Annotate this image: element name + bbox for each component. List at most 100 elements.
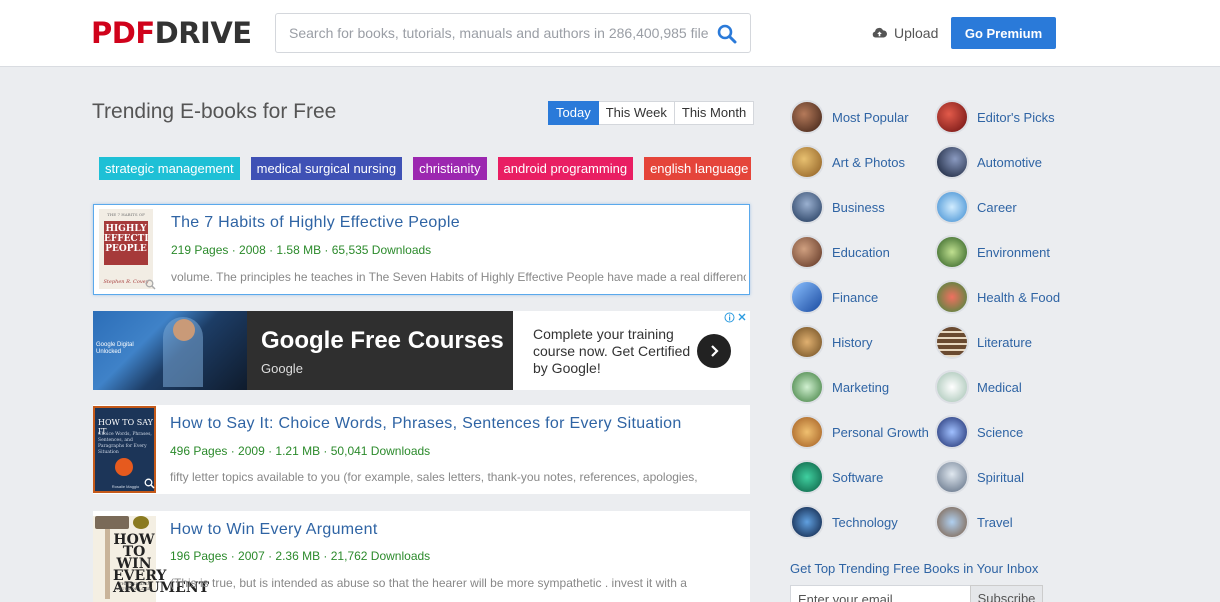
most-popular-icon: [790, 100, 824, 134]
category-label: Editor's Picks: [977, 109, 1055, 125]
category-label: Environment: [977, 244, 1050, 260]
category-label: Career: [977, 199, 1017, 215]
trending-title: Trending E-books for Free: [92, 100, 337, 123]
cover-egg: [133, 516, 149, 529]
category-label: Most Popular: [832, 109, 909, 125]
category-marketing[interactable]: Marketing: [790, 369, 889, 405]
logo-drive-text: DRIVE: [154, 16, 252, 50]
category-label: Spiritual: [977, 469, 1024, 485]
category-science[interactable]: Science: [935, 414, 1023, 450]
category-travel[interactable]: Travel: [935, 504, 1013, 540]
category-education[interactable]: Education: [790, 234, 890, 270]
book-card[interactable]: THE 7 HABITS OF HIGHLY EFFECTIVE PEOPLE …: [93, 204, 750, 295]
book-title[interactable]: How to Say It: Choice Words, Phrases, Se…: [170, 415, 682, 433]
category-finance[interactable]: Finance: [790, 279, 878, 315]
category-automotive[interactable]: Automotive: [935, 144, 1042, 180]
software-icon: [790, 460, 824, 494]
zoom-icon[interactable]: [145, 277, 156, 295]
ad-image: Google Digital Unlocked: [93, 311, 247, 390]
upload-button[interactable]: Upload: [872, 24, 938, 42]
category-medical[interactable]: Medical: [935, 369, 1022, 405]
search-input[interactable]: [289, 14, 709, 52]
ad-dark-panel: Google Free Courses Google: [247, 311, 513, 390]
editors-picks-icon: [935, 100, 969, 134]
tag-strategic-management[interactable]: strategic management: [99, 157, 240, 180]
science-icon: [935, 415, 969, 449]
category-label: Software: [832, 469, 884, 485]
ad-banner[interactable]: Google Digital Unlocked Google Free Cour…: [93, 311, 750, 390]
cover-handle: [105, 529, 110, 599]
business-icon: [790, 190, 824, 224]
book-card[interactable]: HOW TO WIN EVERY ARGUMENT THE USE AND AB…: [93, 511, 750, 602]
category-career[interactable]: Career: [935, 189, 1017, 225]
category-label: Education: [832, 244, 890, 260]
tag-android-programming[interactable]: android programming: [497, 157, 634, 180]
tag-english-language[interactable]: english language: [644, 157, 751, 180]
category-history[interactable]: History: [790, 324, 872, 360]
tab-today[interactable]: Today: [548, 101, 599, 125]
go-premium-button[interactable]: Go Premium: [951, 17, 1056, 49]
category-software[interactable]: Software: [790, 459, 883, 495]
tag-christianity[interactable]: christianity: [413, 157, 487, 180]
marketing-icon: [790, 370, 824, 404]
category-label: Personal Growth: [832, 424, 929, 440]
chevron-right-icon: [711, 345, 719, 357]
category-label: Medical: [977, 379, 1022, 395]
category-personal-growth[interactable]: Personal Growth: [790, 414, 929, 450]
category-label: Literature: [977, 334, 1032, 350]
book-meta: 219 Pages · 2008 · 1.58 MB · 65,535 Down…: [171, 243, 432, 257]
category-label: Art & Photos: [832, 154, 905, 170]
category-technology[interactable]: Technology: [790, 504, 898, 540]
cover-emblem: [115, 458, 133, 476]
category-label: Automotive: [977, 154, 1043, 170]
category-label: Finance: [832, 289, 879, 305]
book-description: volume. The principles he teaches in The…: [171, 270, 746, 284]
book-title[interactable]: How to Win Every Argument: [170, 521, 378, 539]
logo-pdf-text: PDF: [91, 16, 155, 50]
zoom-icon[interactable]: [144, 476, 155, 494]
period-switcher: Today This Week This Month: [548, 101, 755, 125]
newsletter-heading: Get Top Trending Free Books in Your Inbo…: [790, 561, 1039, 576]
search-icon[interactable]: [717, 24, 737, 44]
category-label: Marketing: [832, 379, 890, 395]
email-input[interactable]: [791, 586, 970, 602]
category-label: Travel: [977, 514, 1013, 530]
book-card[interactable]: HOW TO SAY IT Choice Words, Phrases, Sen…: [93, 405, 750, 494]
book-meta: 196 Pages · 2007 · 2.36 MB · 21,762 Down…: [170, 549, 431, 563]
category-label: History: [832, 334, 873, 350]
category-literature[interactable]: Literature: [935, 324, 1032, 360]
category-label: Health & Food: [977, 289, 1061, 305]
book-meta: 496 Pages · 2009 · 1.21 MB · 50,041 Down…: [170, 444, 431, 458]
tab-this-week[interactable]: This Week: [598, 101, 675, 125]
search-box: [275, 13, 751, 53]
category-environment[interactable]: Environment: [935, 234, 1050, 270]
ad-arrow-button[interactable]: [697, 334, 731, 368]
health-food-icon: [935, 280, 969, 314]
category-health-food[interactable]: Health & Food: [935, 279, 1060, 315]
education-icon: [790, 235, 824, 269]
ad-person-head: [173, 319, 195, 341]
category-art-photos[interactable]: Art & Photos: [790, 144, 905, 180]
art-photos-icon: [790, 145, 824, 179]
category-most-popular[interactable]: Most Popular: [790, 99, 909, 135]
subscribe-button[interactable]: Subscribe: [970, 585, 1043, 602]
book-description: (This is true, but is intended as abuse …: [170, 576, 687, 590]
upload-label: Upload: [894, 25, 939, 41]
ad-headline: Google Free Courses: [261, 327, 504, 354]
book-title[interactable]: The 7 Habits of Highly Effective People: [171, 214, 460, 232]
finance-icon: [790, 280, 824, 314]
pdfdrive-logo[interactable]: PDFDRIVE: [91, 16, 252, 50]
technology-icon: [790, 505, 824, 539]
category-spiritual[interactable]: Spiritual: [935, 459, 1024, 495]
book-cover-how-to-win[interactable]: HOW TO WIN EVERY ARGUMENT THE USE AND AB…: [93, 516, 209, 602]
environment-icon: [935, 235, 969, 269]
category-editors-picks[interactable]: Editor's Picks: [935, 99, 1055, 135]
category-business[interactable]: Business: [790, 189, 885, 225]
ad-subtext: Google: [261, 361, 303, 376]
medical-icon: [935, 370, 969, 404]
tag-medical-surgical-nursing[interactable]: medical surgical nursing: [250, 157, 403, 180]
category-label: Business: [832, 199, 885, 215]
tab-this-month[interactable]: This Month: [674, 101, 755, 125]
career-icon: [935, 190, 969, 224]
ad-info-icon[interactable]: [724, 312, 748, 326]
